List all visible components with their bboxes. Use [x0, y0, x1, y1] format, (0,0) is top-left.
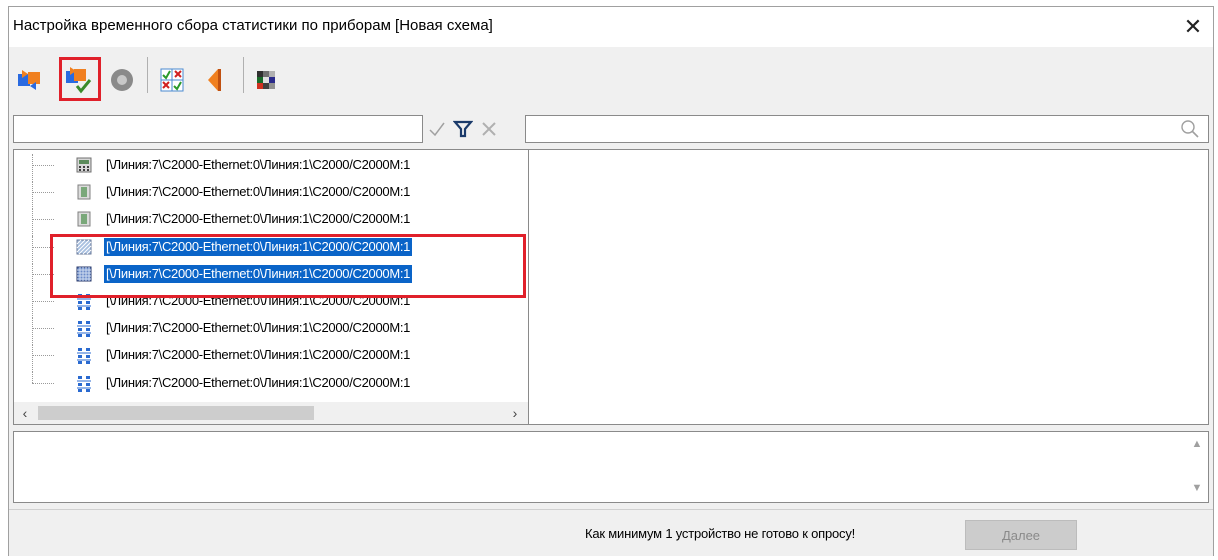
filter-input[interactable] — [13, 115, 423, 143]
tree-row-label: [\Линия:7\C2000-Ethernet:0\Линия:1\C2000… — [106, 157, 411, 172]
scroll-down-arrow[interactable]: ▼ — [1190, 482, 1204, 496]
tree-connector — [32, 181, 33, 210]
color-palette-icon — [257, 71, 275, 89]
close-button[interactable]: ✕ — [1173, 7, 1213, 47]
tree-connector — [32, 317, 33, 346]
tree-row[interactable]: [\Линия:7\C2000-Ethernet:0\Линия:1\C2000… — [14, 317, 528, 346]
window-title: Настройка временного сбора статистики по… — [13, 17, 493, 34]
tree-row[interactable]: [\Линия:7\C2000-Ethernet:0\Линия:1\C2000… — [14, 154, 528, 182]
funnel-icon — [453, 120, 473, 138]
refresh-swap-icon — [18, 70, 40, 90]
highlight-box-toolbar — [59, 57, 101, 101]
search-input[interactable] — [525, 115, 1181, 143]
tree-row[interactable]: [\Линия:7\C2000-Ethernet:0\Линия:1\C2000… — [14, 371, 528, 394]
tree-row-label: [\Линия:7\C2000-Ethernet:0\Линия:1\C2000… — [106, 347, 411, 363]
tree-connector — [32, 344, 33, 373]
horizontal-scrollbar[interactable]: ‹ › — [14, 402, 528, 424]
details-panel — [529, 149, 1209, 425]
toolbar — [9, 47, 1213, 113]
tree-connector — [32, 355, 54, 357]
tree-connector — [32, 219, 54, 221]
status-bar: Как минимум 1 устройство не готово к опр… — [9, 509, 1213, 556]
tree-row-label: [\Линия:7\C2000-Ethernet:0\Линия:1\C2000… — [106, 211, 411, 227]
checkmark-icon — [429, 122, 445, 137]
title-bar: Настройка временного сбора статистики по… — [9, 7, 1213, 47]
toolbar-separator — [147, 57, 148, 93]
tree-connector — [32, 301, 54, 302]
panel-device-icon — [76, 184, 92, 200]
tree-row-label: [\Линия:7\C2000-Ethernet:0\Линия:1\C2000… — [106, 184, 411, 200]
color-palette-button[interactable] — [249, 63, 283, 97]
tree-row[interactable]: [\Линия:7\C2000-Ethernet:0\Линия:1\C2000… — [14, 208, 528, 237]
next-button[interactable]: Далее — [965, 520, 1077, 550]
tree-connector — [32, 165, 54, 166]
tree-row-label: [\Линия:7\C2000-Ethernet:0\Линия:1\C2000… — [106, 320, 411, 336]
tree-connector — [32, 235, 33, 264]
dialog-window: Настройка временного сбора статистики по… — [8, 6, 1214, 556]
tree-row-label: [\Линия:7\C2000-Ethernet:0\Линия:1\C2000… — [106, 374, 411, 390]
tree-connector — [32, 192, 54, 194]
arrow-left-orange-icon — [208, 69, 221, 91]
search-button[interactable] — [1171, 115, 1209, 143]
scroll-right-button[interactable]: › — [504, 402, 526, 424]
tree-row[interactable]: [\Линия:7\C2000-Ethernet:0\Линия:1\C2000… — [14, 181, 528, 210]
tree-connector — [32, 208, 33, 237]
network-device-icon — [76, 375, 92, 392]
clear-filter-button[interactable] — [479, 119, 499, 139]
clear-filter-icon — [482, 122, 496, 136]
stop-circle-icon — [111, 69, 133, 91]
tree-row[interactable]: [\Линия:7\C2000-Ethernet:0\Линия:1\C2000… — [14, 344, 528, 373]
tree-connector — [32, 328, 54, 330]
scroll-up-arrow[interactable]: ▲ — [1190, 438, 1204, 452]
log-area[interactable]: ▲ ▼ — [13, 431, 1209, 503]
apply-filter-button[interactable] — [427, 119, 447, 139]
device-tree[interactable]: [\Линия:7\C2000-Ethernet:0\Линия:1\C2000… — [13, 149, 529, 425]
checklist-button[interactable] — [155, 63, 189, 97]
tree-connector — [32, 382, 54, 384]
checklist-grid-icon — [160, 68, 184, 92]
filter-button[interactable] — [453, 119, 473, 139]
panel-device-icon — [76, 211, 92, 227]
collapse-button[interactable] — [197, 63, 231, 97]
tree-connector — [32, 154, 33, 182]
keypad-device-icon — [76, 157, 92, 173]
stop-button[interactable] — [105, 63, 139, 97]
scroll-thumb[interactable] — [38, 406, 314, 420]
tree-connector — [32, 290, 33, 318]
highlight-box-selection — [50, 234, 526, 298]
network-device-icon — [76, 320, 92, 338]
refresh-swap-button[interactable] — [13, 63, 47, 97]
tree-connector — [32, 371, 33, 383]
toolbar-separator — [243, 57, 244, 93]
magnifier-icon — [1180, 120, 1199, 138]
status-message: Как минимум 1 устройство не готово к опр… — [585, 526, 856, 541]
tree-connector — [32, 262, 33, 291]
scroll-left-button[interactable]: ‹ — [14, 402, 36, 424]
network-device-icon — [76, 347, 92, 365]
